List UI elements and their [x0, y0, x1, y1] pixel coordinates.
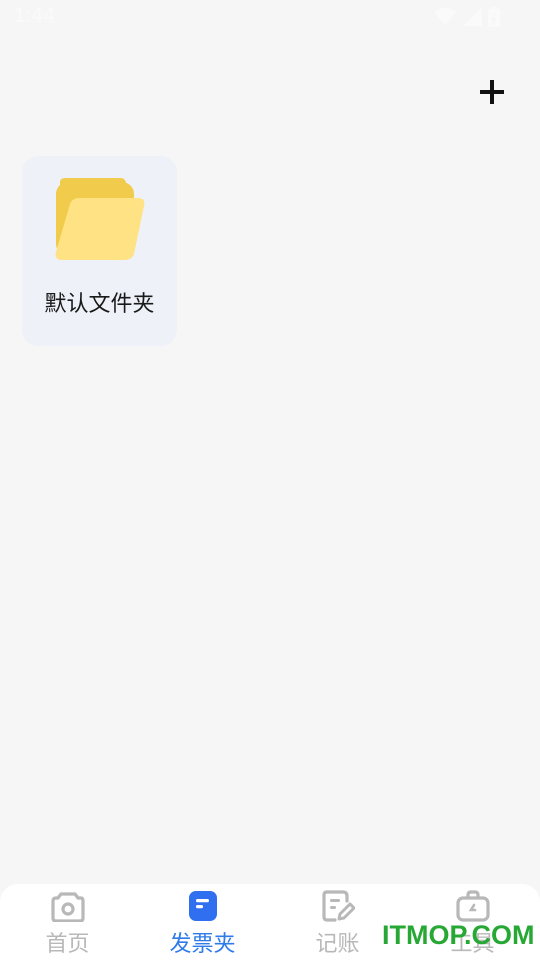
nav-item-home[interactable]: 首页: [0, 884, 135, 960]
watermark: ITMOP.COM: [382, 920, 535, 950]
status-bar: 1:44: [0, 0, 540, 36]
signal-icon: [462, 8, 482, 26]
nav-label-invoice-folder: 发票夹: [169, 932, 236, 957]
edit-note-icon: [320, 888, 356, 924]
wifi-icon: [434, 8, 456, 26]
add-folder-button[interactable]: [474, 76, 510, 112]
plus-icon: [479, 79, 505, 109]
folder-card-default[interactable]: 默认文件夹: [22, 156, 177, 346]
invoice-folder-icon: [185, 888, 221, 924]
battery-icon: [488, 7, 500, 27]
camera-icon: [50, 888, 86, 924]
status-time: 1:44: [14, 4, 55, 27]
nav-item-invoice-folder[interactable]: 发票夹: [135, 884, 270, 960]
folder-name: 默认文件夹: [44, 292, 155, 317]
folder-icon: [52, 176, 148, 264]
toolbox-icon: [455, 888, 491, 924]
nav-label-home: 首页: [45, 932, 90, 957]
status-icons: [434, 7, 500, 27]
